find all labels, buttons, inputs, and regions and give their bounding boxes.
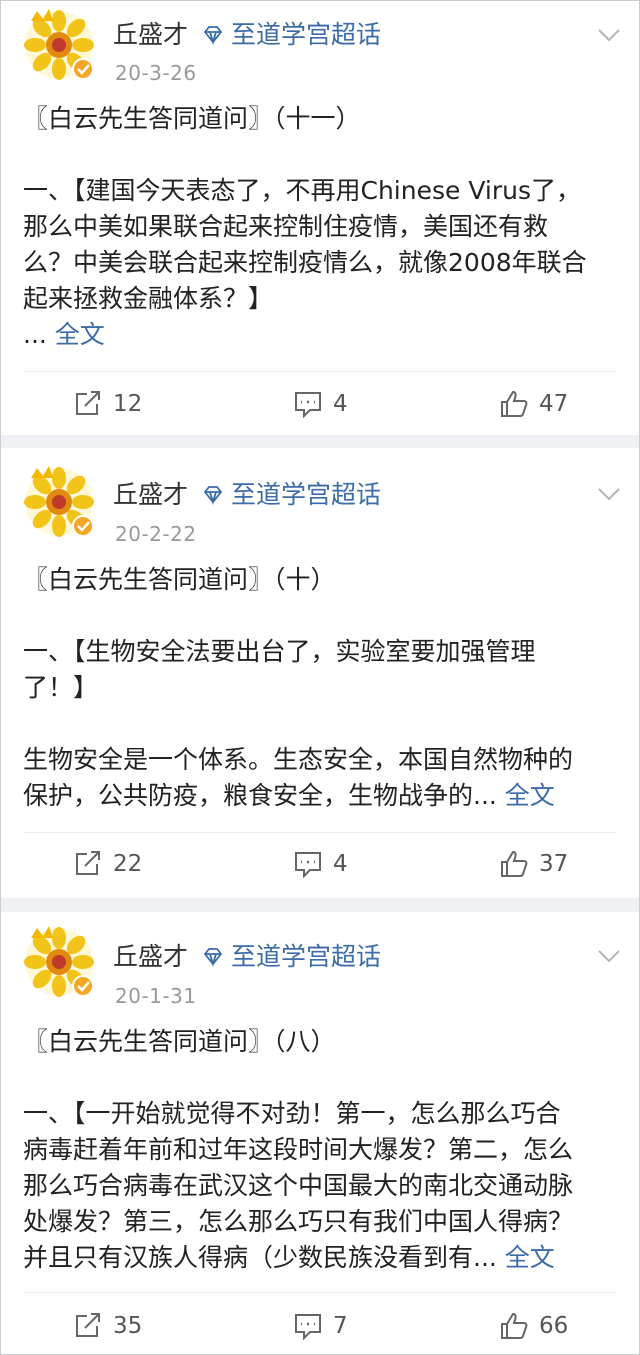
comment-icon xyxy=(295,852,321,878)
ellipsis: ... xyxy=(23,320,47,349)
share-count: 35 xyxy=(113,1313,143,1339)
topic-link[interactable]: 至道学宫超话 xyxy=(201,479,381,511)
divider xyxy=(23,1292,617,1293)
comment-button[interactable]: 4 xyxy=(293,848,348,880)
comment-count: 7 xyxy=(333,1313,348,1339)
expand-full-text-link[interactable]: 全文 xyxy=(505,1243,555,1272)
post-date: 20-1-31 xyxy=(115,984,197,1008)
post-body[interactable]: 〖白云先生答同道问〗（十一） 一、【建国今天表态了，不再用Chinese Vir… xyxy=(23,101,625,353)
sunflower-avatar-icon[interactable] xyxy=(23,926,95,998)
diamond-icon xyxy=(201,483,225,507)
diamond-icon xyxy=(201,945,225,969)
post-title: 〖白云先生答同道问〗（八） xyxy=(23,1027,336,1056)
post-line: 么？中美会联合起来控制疫情么，就像2008年联合 xyxy=(23,248,587,277)
share-icon xyxy=(76,391,100,415)
expand-full-text-link[interactable]: 全文 xyxy=(55,320,105,349)
post-body[interactable]: 〖白云先生答同道问〗（十） 一、【生物安全法要出台了，实验室要加强管理 了！】 … xyxy=(23,562,625,814)
topic-label: 至道学宫超话 xyxy=(231,20,382,49)
post-line: 一、【建国今天表态了，不再用Chinese Virus了， xyxy=(23,176,581,205)
topic-link[interactable]: 至道学宫超话 xyxy=(201,941,381,973)
post-date: 20-3-26 xyxy=(115,61,197,85)
post-card[interactable]: 丘盛才 至道学宫超话 20-1-31 〖白云先生答同道问〗（八） 一、【一开始就… xyxy=(1,912,639,1354)
post-line: 病毒赶着年前和过年这段时间大爆发？第二，怎么 xyxy=(23,1135,574,1164)
post-line: 保护，公共防疫，粮食安全，生物战争的... xyxy=(23,781,497,810)
comment-icon xyxy=(295,392,321,418)
sunflower-avatar-icon[interactable] xyxy=(23,466,95,538)
like-count: 66 xyxy=(539,1313,569,1339)
author-name[interactable]: 丘盛才 xyxy=(113,19,188,51)
post-line: 那么中美如果联合起来控制住疫情，美国还有救 xyxy=(23,212,549,241)
comment-count: 4 xyxy=(333,391,348,417)
topic-link[interactable]: 至道学宫超话 xyxy=(201,19,381,51)
like-button[interactable]: 66 xyxy=(499,1310,568,1342)
diamond-icon xyxy=(201,23,225,47)
comment-button[interactable]: 4 xyxy=(293,388,348,420)
post-line: 起来拯救金融体系？】 xyxy=(23,284,274,313)
share-count: 22 xyxy=(113,851,143,877)
author-name[interactable]: 丘盛才 xyxy=(113,941,188,973)
chevron-down-icon[interactable] xyxy=(597,486,621,502)
topic-label: 至道学宫超话 xyxy=(231,942,382,971)
post-line: 了！】 xyxy=(23,673,99,702)
chevron-down-icon[interactable] xyxy=(597,27,621,43)
comment-button[interactable]: 7 xyxy=(293,1310,348,1342)
share-button[interactable]: 35 xyxy=(73,1310,142,1342)
post-line: 一、【生物安全法要出台了，实验室要加强管理 xyxy=(23,637,536,666)
divider xyxy=(23,371,617,372)
post-title: 〖白云先生答同道问〗（十） xyxy=(23,565,336,594)
author-name[interactable]: 丘盛才 xyxy=(113,479,188,511)
expand-full-text-link[interactable]: 全文 xyxy=(505,781,555,810)
like-count: 47 xyxy=(539,391,569,417)
thumbs-up-icon xyxy=(501,850,528,877)
like-button[interactable]: 37 xyxy=(499,848,568,880)
sunflower-avatar-icon[interactable] xyxy=(23,9,95,81)
thumbs-up-icon xyxy=(501,1312,528,1339)
post-body[interactable]: 〖白云先生答同道问〗（八） 一、【一开始就觉得不对劲！第一，怎么那么巧合 病毒赶… xyxy=(23,1024,625,1276)
share-button[interactable]: 12 xyxy=(73,388,142,420)
post-line: 那么巧合病毒在武汉这个中国最大的南北交通动脉 xyxy=(23,1171,574,1200)
share-icon xyxy=(76,1313,100,1337)
post-date: 20-2-22 xyxy=(115,522,197,546)
comment-icon xyxy=(295,1314,321,1340)
share-count: 12 xyxy=(113,391,143,417)
post-line: 生物安全是一个体系。生态安全，本国自然物种的 xyxy=(23,745,574,774)
share-icon xyxy=(76,851,100,875)
divider xyxy=(23,832,617,833)
post-line: 处爆发？第三，怎么那么巧只有我们中国人得病？ xyxy=(23,1207,574,1236)
like-button[interactable]: 47 xyxy=(499,388,568,420)
topic-label: 至道学宫超话 xyxy=(231,480,382,509)
thumbs-up-icon xyxy=(501,390,528,417)
comment-count: 4 xyxy=(333,851,348,877)
post-line: 一、【一开始就觉得不对劲！第一，怎么那么巧合 xyxy=(23,1099,561,1128)
share-button[interactable]: 22 xyxy=(73,848,142,880)
post-title: 〖白云先生答同道问〗（十一） xyxy=(23,104,361,133)
chevron-down-icon[interactable] xyxy=(597,948,621,964)
post-card[interactable]: 丘盛才 至道学宫超话 20-3-26 〖白云先生答同道问〗（十一） 一、【建国今… xyxy=(1,1,639,435)
like-count: 37 xyxy=(539,851,569,877)
post-line: 并且只有汉族人得病（少数民族没看到有... xyxy=(23,1243,497,1272)
post-card[interactable]: 丘盛才 至道学宫超话 20-2-22 〖白云先生答同道问〗（十） 一、【生物安全… xyxy=(1,448,639,898)
